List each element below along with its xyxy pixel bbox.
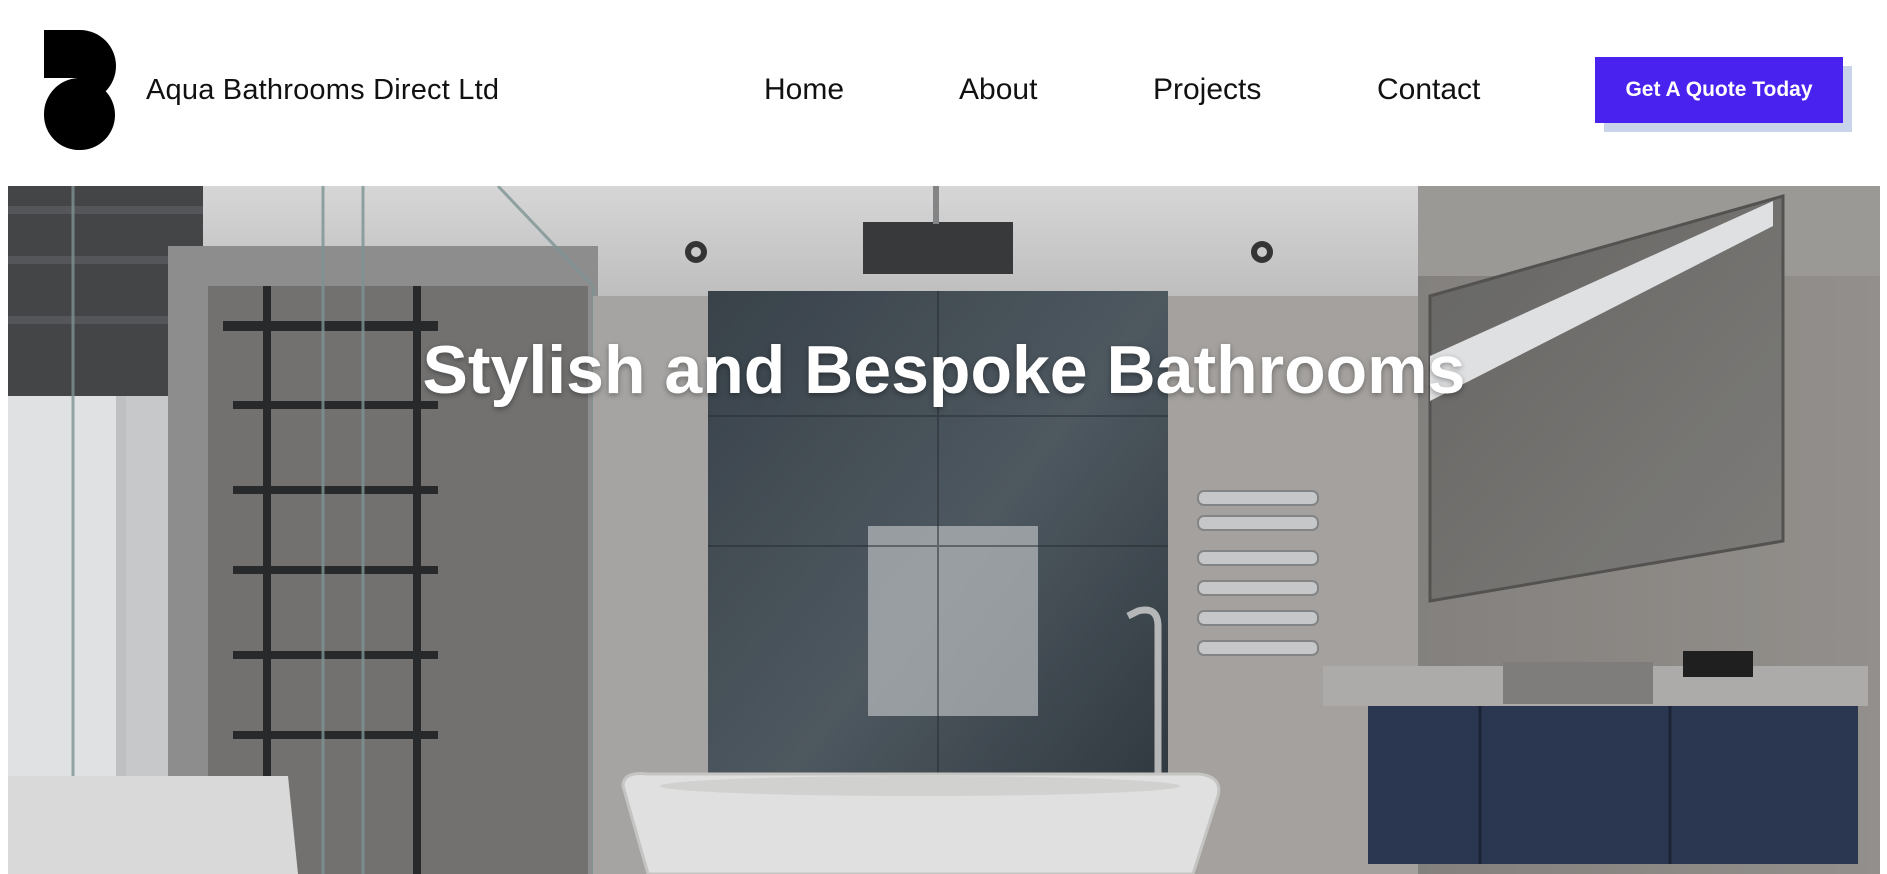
site-header: Aqua Bathrooms Direct Ltd Home About Pro… <box>0 0 1887 186</box>
hero-title: Stylish and Bespoke Bathrooms <box>422 332 1466 408</box>
get-quote-button[interactable]: Get A Quote Today <box>1595 57 1843 123</box>
nav-projects-link[interactable]: Projects <box>1153 70 1261 110</box>
brand-name[interactable]: Aqua Bathrooms Direct Ltd <box>146 70 499 110</box>
nav-contact-link[interactable]: Contact <box>1377 70 1480 110</box>
hero-bathroom-image <box>8 186 1880 874</box>
hero-banner: Stylish and Bespoke Bathrooms <box>8 186 1880 874</box>
nav-home-link[interactable]: Home <box>764 70 844 110</box>
brand-logo-icon[interactable] <box>44 30 116 150</box>
nav-about-link[interactable]: About <box>959 70 1037 110</box>
